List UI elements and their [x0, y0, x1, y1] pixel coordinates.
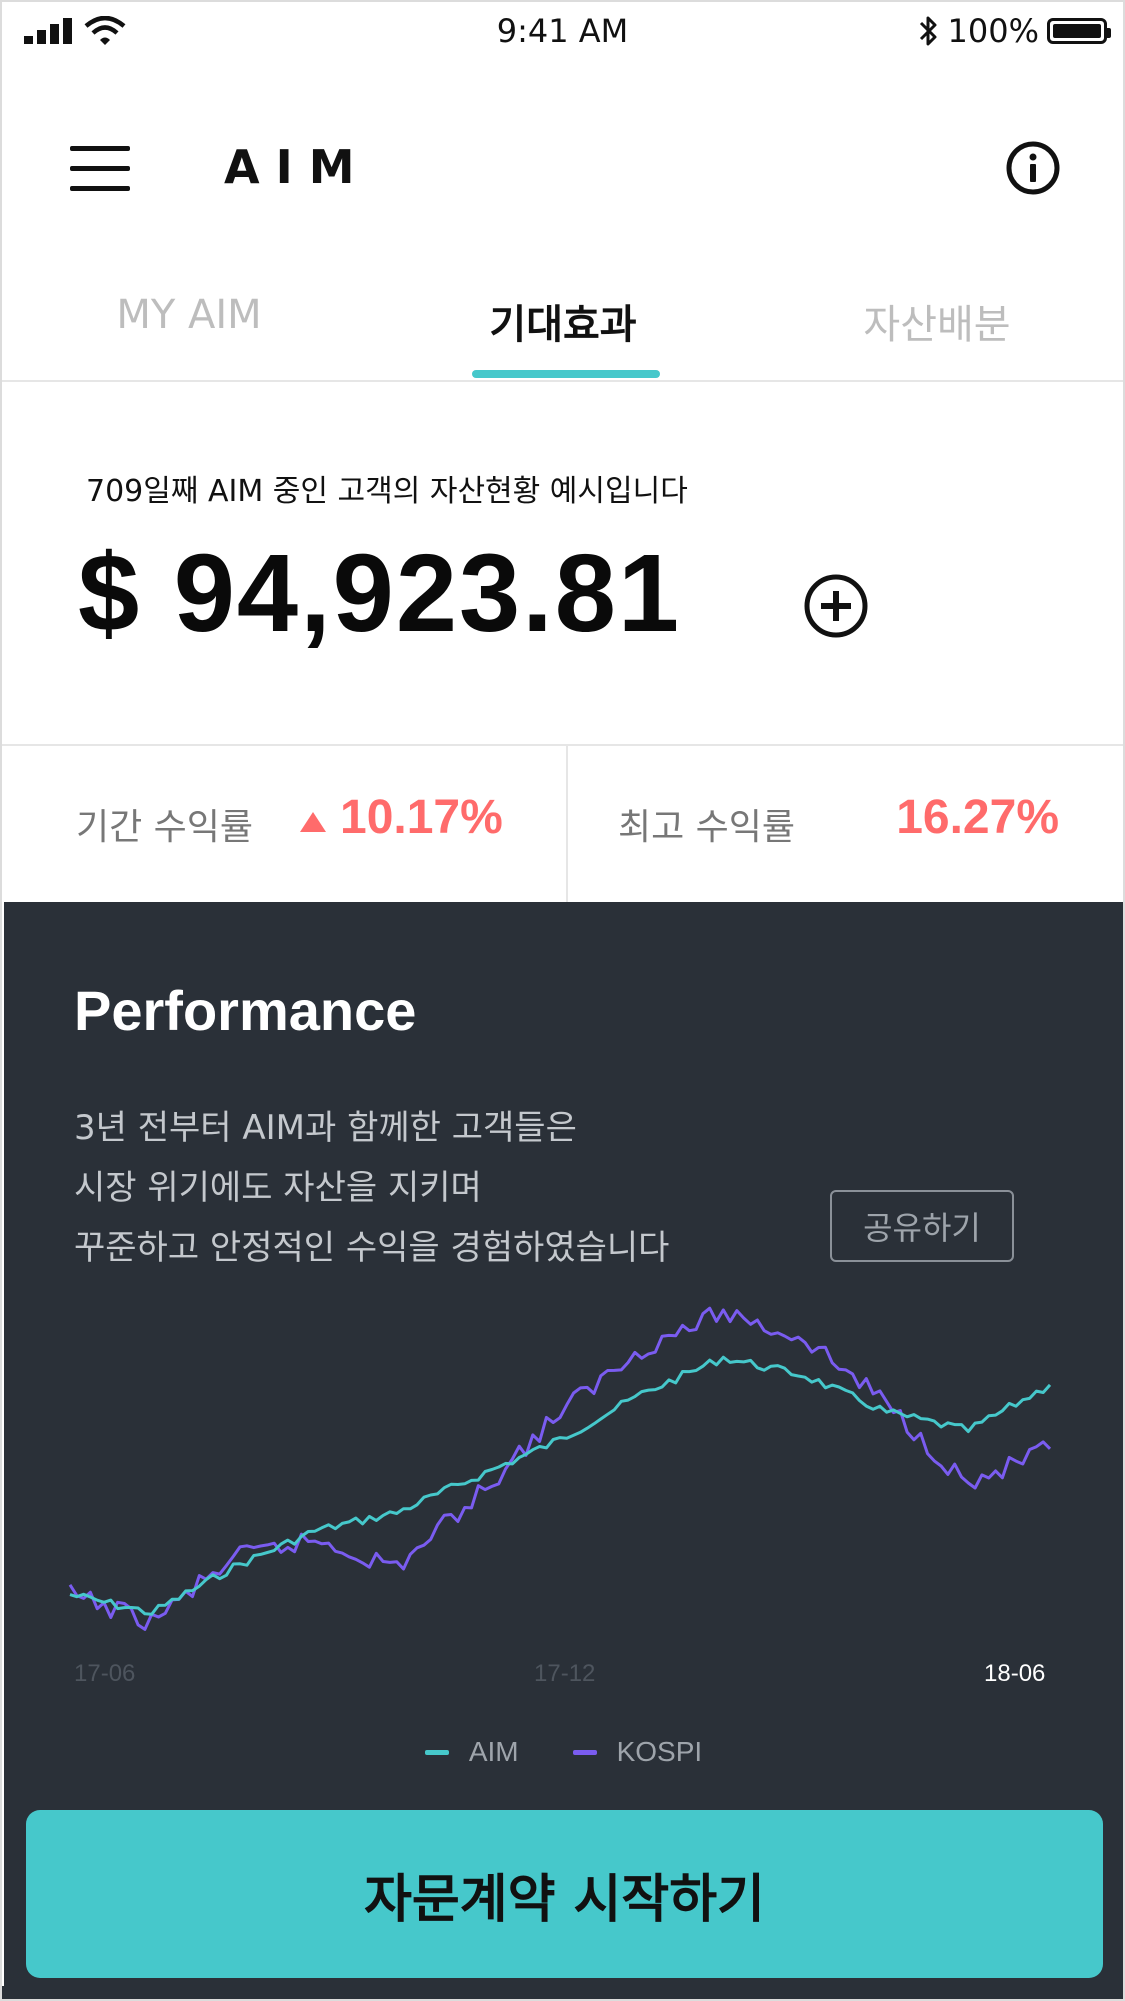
battery-tip — [1107, 28, 1111, 38]
period-return-label: 기간 수익률 — [76, 807, 254, 848]
tab-expected-effect[interactable]: 기대효과 — [376, 292, 750, 350]
legend-item-kospi: KOSPI — [572, 1736, 703, 1768]
legend-item-aim: AIM — [424, 1736, 519, 1768]
max-return-value: 16.27% — [896, 791, 1059, 844]
series-line-kospi — [68, 1306, 1052, 1631]
status-bar: 9:41 AM 100% — [2, 2, 1123, 62]
stats-row: 기간 수익률 10.17% 최고 수익률 16.27% — [2, 744, 1123, 904]
legend-label: AIM — [468, 1736, 519, 1767]
info-circle-icon[interactable] — [1005, 140, 1061, 196]
start-advisory-contract-button[interactable]: 자문계약 시작하기 — [26, 1810, 1103, 1978]
series-line-aim — [69, 1355, 1052, 1616]
legend-swatch-kospi — [572, 1749, 597, 1755]
chart-legend: AIM KOSPI — [4, 1736, 1123, 1768]
battery-icon — [1047, 18, 1111, 44]
app-screen: 9:41 AM 100% AIM MY AIM 기대효과 자산배분 709일째 … — [0, 0, 1125, 2001]
asset-amount: $ 94,923.81 — [78, 532, 682, 655]
performance-description-line: 시장 위기에도 자산을 지키며 — [74, 1168, 482, 1208]
performance-description-line: 꾸준하고 안정적인 수익을 경험하였습니다 — [74, 1228, 670, 1268]
performance-chart — [68, 1306, 1052, 1631]
bottom-bar — [2, 1986, 1123, 1999]
max-return-label: 최고 수익률 — [618, 807, 796, 848]
active-tab-indicator — [472, 370, 660, 378]
tab-my-aim[interactable]: MY AIM — [2, 292, 376, 338]
app-title: AIM — [224, 140, 371, 194]
x-tick-label: 17-12 — [534, 1660, 596, 1687]
trend-up-icon — [300, 812, 326, 832]
plus-circle-icon[interactable] — [802, 572, 870, 640]
battery-percent: 100% — [947, 12, 1039, 50]
share-button[interactable]: 공유하기 — [830, 1190, 1014, 1262]
battery-fill — [1053, 24, 1101, 38]
legend-label: KOSPI — [616, 1736, 703, 1767]
app-header: AIM — [2, 102, 1123, 232]
stat-divider — [566, 746, 568, 904]
asset-subtitle: 709일째 AIM 중인 고객의 자산현황 예시입니다 — [86, 474, 688, 509]
bluetooth-icon — [919, 16, 937, 46]
tab-asset-allocation[interactable]: 자산배분 — [750, 292, 1123, 350]
x-tick-label: 18-06 — [984, 1660, 1046, 1687]
legend-swatch-aim — [424, 1749, 449, 1755]
performance-title: Performance — [74, 979, 417, 1042]
hamburger-menu-icon[interactable] — [70, 142, 130, 194]
performance-description-line: 3년 전부터 AIM과 함께한 고객들은 — [74, 1108, 577, 1148]
tab-bar: MY AIM 기대효과 자산배분 — [2, 272, 1123, 382]
x-tick-label: 17-06 — [74, 1660, 136, 1687]
period-return-value: 10.17% — [340, 791, 503, 844]
status-right: 100% — [918, 12, 1111, 50]
